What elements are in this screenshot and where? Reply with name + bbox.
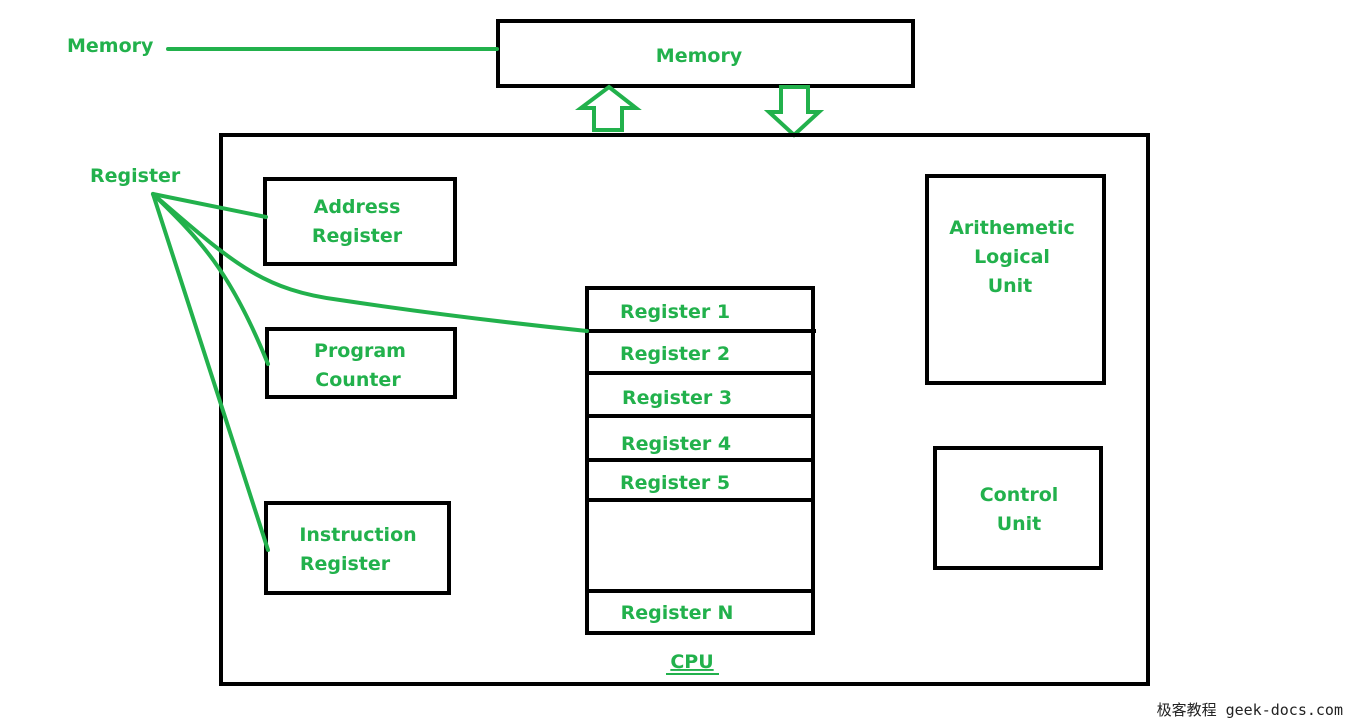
register-2-label: Register 2 <box>620 343 730 365</box>
address-register-label-1: Address <box>314 196 401 218</box>
control-unit-label-2: Unit <box>997 513 1042 535</box>
register-4-label: Register 4 <box>621 433 731 455</box>
register-n-label: Register N <box>621 602 734 624</box>
control-unit-label-1: Control <box>980 484 1059 506</box>
register-5-label: Register 5 <box>620 472 730 494</box>
memory-pointer-label: Memory <box>67 35 154 57</box>
instruction-register-box <box>264 501 451 595</box>
memory-box-label: Memory <box>656 45 743 67</box>
register-pointer-label: Register <box>90 165 181 187</box>
instruction-register-label-2: Register <box>300 553 391 575</box>
cpu-register-diagram: Memory Memory CPU Address Register Progr… <box>67 19 1150 686</box>
alu-label-1: Arithemetic <box>949 217 1075 239</box>
control-unit-box <box>933 446 1103 570</box>
down-arrow-icon <box>763 85 825 138</box>
address-register-box <box>263 177 457 266</box>
register-1-label: Register 1 <box>620 301 730 323</box>
alu-label-2: Logical <box>974 246 1050 268</box>
up-arrow-icon <box>575 84 642 132</box>
register-3-label: Register 3 <box>622 387 732 409</box>
watermark: 极客教程 geek-docs.com <box>1156 701 1343 719</box>
address-register-label-2: Register <box>312 225 403 247</box>
instruction-register-label-1: Instruction <box>299 524 416 546</box>
program-counter-label-2: Counter <box>315 369 401 391</box>
register-file: Register 1 Register 2 Register 3 Registe… <box>585 286 816 635</box>
program-counter-label-1: Program <box>314 340 406 362</box>
cpu-label: CPU <box>670 651 713 673</box>
alu-label-3: Unit <box>988 275 1033 297</box>
